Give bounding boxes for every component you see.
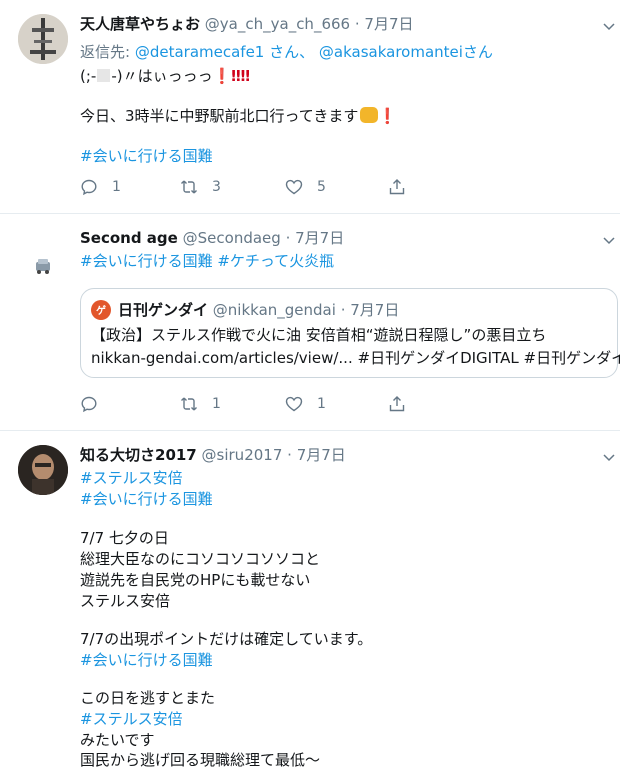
reply-icon [80, 178, 98, 196]
user-name[interactable]: 天人唐草やちょお [80, 15, 200, 33]
separator-dot: · [341, 301, 346, 319]
tweet-text-line: (;- -)〃はぃっっっ❗‼‼ [80, 66, 250, 87]
reply-count: 1 [112, 179, 121, 195]
like-button[interactable]: 1 [285, 394, 326, 414]
tweet-text-line: ステルス安倍 [80, 591, 170, 612]
exclamation-emoji: ❗‼‼ [213, 67, 251, 85]
quoted-user-handle: @nikkan_gendai [213, 301, 336, 319]
reply-suffix: さん [463, 43, 493, 61]
retweet-button[interactable]: 1 [180, 394, 221, 414]
retweet-button[interactable]: 3 [180, 177, 221, 197]
hashtag-link[interactable]: #会いに行ける国難 [80, 146, 213, 167]
tweet-text-line: みたいです [80, 730, 155, 751]
exclamation-emoji: ❗ [378, 107, 397, 125]
separator-dot: · [286, 229, 291, 247]
quoted-link: nikkan-gendai.com/articles/view/... [91, 349, 353, 367]
tweet-text-line: 遊説先を自民党のHPにも載せない [80, 570, 310, 591]
share-button[interactable] [388, 394, 406, 414]
heart-icon [285, 395, 303, 413]
reply-icon [80, 395, 98, 413]
quoted-tweet-date: 7月7日 [350, 299, 399, 320]
heart-icon [285, 178, 303, 196]
chevron-down-icon[interactable] [603, 20, 615, 32]
user-handle[interactable]: @Secondaeg [183, 229, 281, 247]
user-handle[interactable]: @ya_ch_ya_ch_666 [205, 15, 350, 33]
reply-user-link[interactable]: @akasakaromantei [319, 43, 463, 61]
reply-user-link[interactable]: @detaramecafe1 [135, 43, 265, 61]
tweet-text-line: 総理大臣なのにコソコソコソソコと [80, 549, 320, 570]
text-fragment: (;- [80, 67, 96, 85]
tweet-text-line: 7/7の出現ポイントだけは確定しています。 [80, 629, 372, 650]
hashtag-link[interactable]: #会いに行ける国難 [80, 489, 213, 510]
share-button[interactable] [388, 177, 406, 197]
tweet-text-line: #会いに行ける国難 #ケチって火炎瓶 [80, 251, 334, 272]
text-fragment: 今日、3時半に中野駅前北口行ってきます [80, 107, 358, 125]
reply-mid: さん、 [264, 43, 319, 61]
fist-emoji-icon [360, 107, 378, 123]
chevron-down-icon[interactable] [603, 234, 615, 246]
like-count: 1 [317, 396, 326, 412]
quoted-tweet-card[interactable]: ゲ 日刊ゲンダイ @nikkan_gendai · 7月7日 【政治】ステルス作… [80, 288, 618, 378]
quoted-hashtag: #日刊ゲンダイ [524, 349, 620, 367]
reply-context: 返信先: @detaramecafe1 さん、 @akasakaromantei… [80, 42, 493, 63]
reply-button[interactable]: 1 [80, 177, 121, 197]
tweet-text-line: この日を逃すとまた [80, 688, 215, 709]
avatar[interactable] [18, 14, 68, 64]
text-fragment: -)〃はぃっっっ [111, 67, 212, 85]
like-button[interactable]: 5 [285, 177, 326, 197]
separator-dot: · [287, 446, 292, 464]
hashtag-link[interactable]: #ステルス安倍 [80, 468, 183, 489]
tweet-date[interactable]: 7月7日 [295, 229, 344, 247]
separator-dot: · [355, 15, 360, 33]
reply-button[interactable] [80, 394, 112, 414]
tweet-1[interactable]: 天人唐草やちょお @ya_ch_ya_ch_666 · 7月7日 返信先: @d… [0, 0, 620, 213]
share-icon [388, 178, 406, 196]
tweet-2[interactable]: Second age @Secondaeg · 7月7日 #会いに行ける国難 #… [0, 214, 620, 430]
user-name[interactable]: Second age [80, 229, 178, 247]
hashtag-link[interactable]: #会いに行ける国難 [80, 650, 213, 671]
quoted-text-line: 【政治】ステルス作戦で火に油 安倍首相“遊説日程隠し”の悪目立ち [91, 325, 546, 346]
hashtag-link[interactable]: #会いに行ける国難 [80, 252, 213, 270]
hashtag-link[interactable]: #ケチって火炎瓶 [217, 252, 334, 270]
quoted-text-line: nikkan-gendai.com/articles/view/... #日刊ゲ… [91, 348, 620, 369]
tweet-date[interactable]: 7月7日 [297, 446, 346, 464]
reply-prefix: 返信先: [80, 43, 135, 61]
like-count: 5 [317, 179, 326, 195]
tweet-3[interactable]: 知る大切さ2017 @siru2017 · 7月7日 #ステルス安倍 #会いに行… [0, 431, 620, 768]
retweet-count: 1 [212, 396, 221, 412]
nikkan-gendai-logo: ゲ [91, 300, 111, 320]
hashtag-link[interactable]: #ステルス安倍 [80, 709, 183, 730]
share-icon [388, 395, 406, 413]
chevron-down-icon[interactable] [603, 451, 615, 463]
retweet-count: 3 [212, 179, 221, 195]
user-name[interactable]: 知る大切さ2017 [80, 446, 197, 464]
user-handle[interactable]: @siru2017 [202, 446, 283, 464]
quoted-user-name: 日刊ゲンダイ [118, 299, 208, 320]
tweet-text-line: 今日、3時半に中野駅前北口行ってきます ❗ [80, 106, 397, 127]
retweet-icon [180, 178, 198, 196]
tweet-text-line: 7/7 七夕の日 [80, 528, 169, 549]
tweet-date[interactable]: 7月7日 [364, 15, 413, 33]
retweet-icon [180, 395, 198, 413]
avatar[interactable] [18, 232, 68, 282]
avatar[interactable] [18, 445, 68, 495]
quoted-hashtag: #日刊ゲンダイDIGITAL [358, 349, 519, 367]
unknown-glyph-icon [97, 69, 110, 82]
